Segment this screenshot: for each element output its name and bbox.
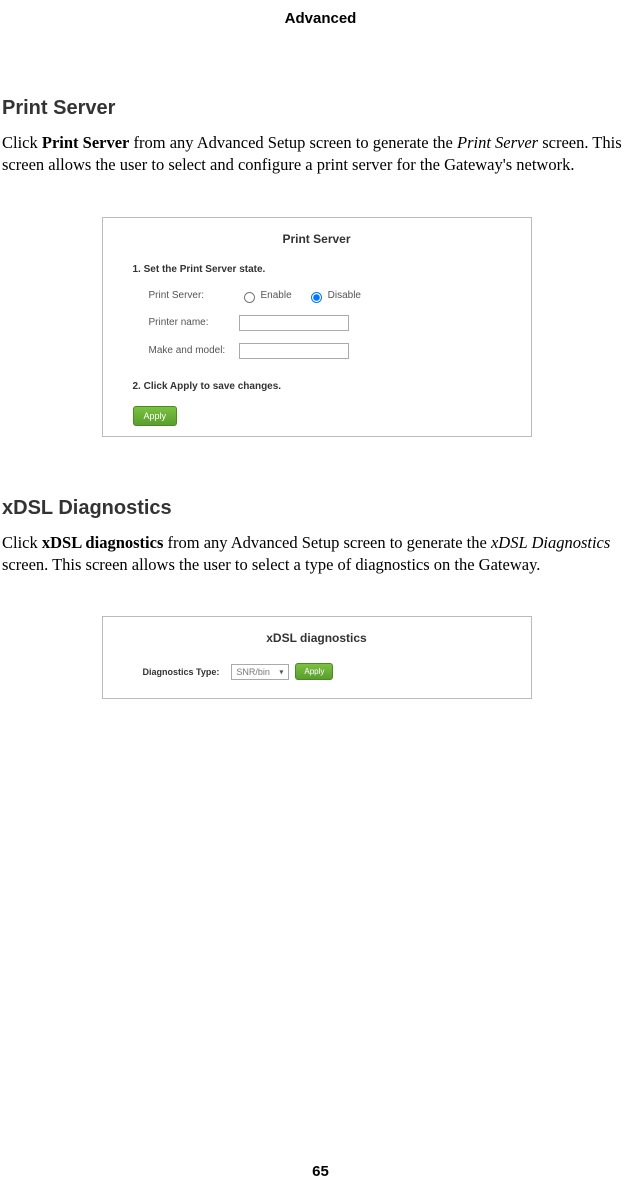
step2-text: 2. Click Apply to save changes. bbox=[133, 381, 501, 392]
para-text: Click bbox=[2, 133, 42, 152]
section2-paragraph: Click xDSL diagnostics from any Advanced… bbox=[0, 532, 633, 577]
apply-button[interactable]: Apply bbox=[133, 406, 178, 426]
para-bold: xDSL diagnostics bbox=[42, 533, 164, 552]
page-header: Advanced bbox=[0, 0, 641, 27]
printer-name-row: Printer name: bbox=[149, 315, 501, 331]
enable-text: Enable bbox=[261, 290, 292, 301]
diagnostics-type-select[interactable]: SNR/bin bbox=[231, 664, 289, 680]
diagnostics-type-row: Diagnostics Type: SNR/bin Apply bbox=[143, 663, 501, 680]
make-model-row: Make and model: bbox=[149, 343, 501, 359]
section1-paragraph: Click Print Server from any Advanced Set… bbox=[0, 132, 633, 177]
para-text: from any Advanced Setup screen to genera… bbox=[163, 533, 491, 552]
make-model-input[interactable] bbox=[239, 343, 349, 359]
para-text: Click bbox=[2, 533, 42, 552]
diagnostics-type-label: Diagnostics Type: bbox=[143, 667, 220, 677]
enable-radio[interactable] bbox=[244, 292, 255, 303]
make-model-label: Make and model: bbox=[149, 345, 239, 356]
screenshot-title: xDSL diagnostics bbox=[133, 631, 501, 645]
section-heading-xdsl: xDSL Diagnostics bbox=[0, 497, 633, 520]
step1-text: 1. Set the Print Server state. bbox=[133, 264, 501, 275]
para-bold: Print Server bbox=[42, 133, 130, 152]
para-italic: xDSL Diagnostics bbox=[491, 533, 610, 552]
page-number: 65 bbox=[0, 1163, 641, 1180]
screenshot-title: Print Server bbox=[133, 232, 501, 246]
para-text: screen. This screen allows the user to s… bbox=[2, 555, 540, 574]
disable-radio-label[interactable]: Disable bbox=[306, 289, 361, 303]
printer-name-input[interactable] bbox=[239, 315, 349, 331]
print-server-label: Print Server: bbox=[149, 290, 239, 301]
xdsl-diagnostics-screenshot: xDSL diagnostics Diagnostics Type: SNR/b… bbox=[102, 616, 532, 699]
printer-name-label: Printer name: bbox=[149, 317, 239, 328]
apply-button[interactable]: Apply bbox=[295, 663, 333, 680]
disable-radio[interactable] bbox=[311, 292, 322, 303]
enable-radio-label[interactable]: Enable bbox=[239, 289, 292, 303]
print-server-state-row: Print Server: Enable Disable bbox=[149, 289, 501, 303]
diagnostics-select-wrap[interactable]: SNR/bin bbox=[231, 664, 289, 680]
para-text: from any Advanced Setup screen to genera… bbox=[129, 133, 457, 152]
print-server-screenshot: Print Server 1. Set the Print Server sta… bbox=[102, 217, 532, 437]
para-italic: Print Server bbox=[457, 133, 538, 152]
section-heading-print-server: Print Server bbox=[0, 97, 633, 120]
disable-text: Disable bbox=[328, 290, 361, 301]
